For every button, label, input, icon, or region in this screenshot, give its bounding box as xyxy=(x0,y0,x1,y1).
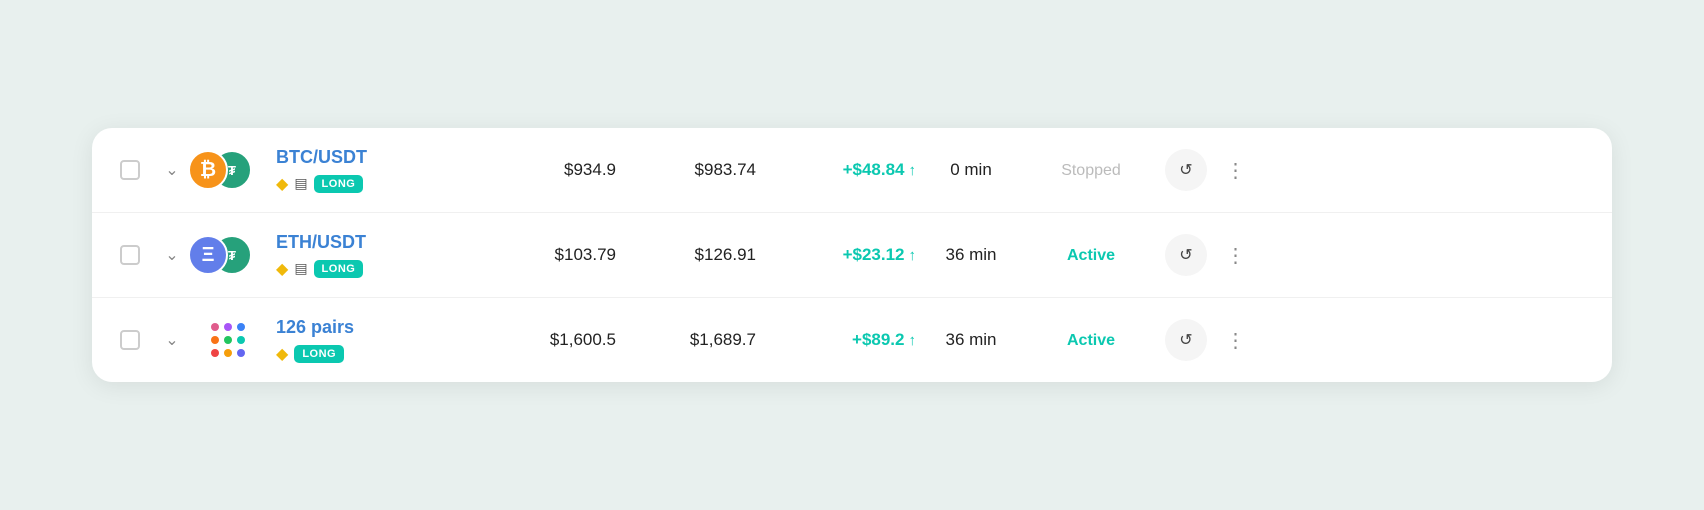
table-row: ⌄ Ξ ₮ ETH/USDT ◆ ▤ LONG $103.79 $126.91 … xyxy=(92,213,1612,298)
profit-amount-pairs: +$89.2 xyxy=(852,330,904,350)
invested-pairs: $1,600.5 xyxy=(476,330,616,350)
refresh-col-pairs: ↺ xyxy=(1156,319,1216,361)
pair-dot xyxy=(237,323,245,331)
long-badge: LONG xyxy=(314,175,364,193)
more-button-btc[interactable]: ⋮ xyxy=(1218,154,1255,187)
checkbox[interactable] xyxy=(120,160,140,180)
profit-btc: +$48.84 ↑ xyxy=(756,160,916,180)
coin-icons-pairs xyxy=(188,316,268,364)
binance-icon-pairs: ◆ xyxy=(276,344,288,364)
pair-name-eth: ETH/USDT xyxy=(276,232,476,253)
pair-info-btc: BTC/USDT ◆ ▤ LONG xyxy=(276,147,476,194)
status-eth: Active xyxy=(1026,245,1156,265)
pair-dot xyxy=(211,323,219,331)
value-pairs: $1,689.7 xyxy=(616,330,756,350)
more-col-eth: ⋮ xyxy=(1216,239,1256,272)
expand-chevron-eth[interactable]: ⌄ xyxy=(156,245,188,265)
coin-icons-eth: Ξ ₮ xyxy=(188,231,268,279)
eth-coin-icon: Ξ xyxy=(188,235,228,275)
invested-eth: $103.79 xyxy=(476,245,616,265)
pair-badges-eth: ◆ ▤ LONG xyxy=(276,259,476,279)
table-row: ⌄ ₿ ₮ BTC/USDT ◆ ▤ LONG $934.9 $983.74 +… xyxy=(92,128,1612,213)
chart-icon-eth: ▤ xyxy=(294,260,307,277)
pair-name-btc: BTC/USDT xyxy=(276,147,476,168)
time-pairs: 36 min xyxy=(916,330,1026,350)
pair-info-eth: ETH/USDT ◆ ▤ LONG xyxy=(276,232,476,279)
refresh-button-btc[interactable]: ↺ xyxy=(1165,149,1207,191)
refresh-button-eth[interactable]: ↺ xyxy=(1165,234,1207,276)
pair-dot xyxy=(237,349,245,357)
pair-badges-btc: ◆ ▤ LONG xyxy=(276,174,476,194)
status-pairs: Active xyxy=(1026,330,1156,350)
refresh-col-eth: ↺ xyxy=(1156,234,1216,276)
expand-chevron-btc[interactable]: ⌄ xyxy=(156,160,188,180)
binance-icon: ◆ xyxy=(276,174,288,194)
pair-badges-pairs: ◆ LONG xyxy=(276,344,476,364)
table-row: ⌄ 126 pairs ◆ LONG $1,600.5 $1,689.7 +$8… xyxy=(92,298,1612,382)
chart-icon: ▤ xyxy=(294,175,307,192)
checkbox[interactable] xyxy=(120,330,140,350)
pair-dot xyxy=(211,336,219,344)
pairs-dots-grid xyxy=(208,320,248,360)
more-col-btc: ⋮ xyxy=(1216,154,1256,187)
pair-dot xyxy=(237,336,245,344)
invested-btc: $934.9 xyxy=(476,160,616,180)
profit-up-icon-eth: ↑ xyxy=(909,247,917,264)
pair-dot xyxy=(224,336,232,344)
pair-dot xyxy=(211,349,219,357)
pair-info-pairs: 126 pairs ◆ LONG xyxy=(276,317,476,364)
value-eth: $126.91 xyxy=(616,245,756,265)
pair-dot xyxy=(224,323,232,331)
time-eth: 36 min xyxy=(916,245,1026,265)
binance-icon-eth: ◆ xyxy=(276,259,288,279)
expand-chevron-pairs[interactable]: ⌄ xyxy=(156,330,188,350)
profit-amount-btc: +$48.84 xyxy=(843,160,905,180)
coin-icons-btc: ₿ ₮ xyxy=(188,146,268,194)
profit-up-icon-btc: ↑ xyxy=(909,162,917,179)
row-checkbox-pairs[interactable] xyxy=(120,330,156,350)
status-label-btc: Stopped xyxy=(1061,162,1121,179)
status-label-pairs: Active xyxy=(1067,332,1115,349)
refresh-col-btc: ↺ xyxy=(1156,149,1216,191)
pair-name-pairs: 126 pairs xyxy=(276,317,476,338)
profit-eth: +$23.12 ↑ xyxy=(756,245,916,265)
refresh-button-pairs[interactable]: ↺ xyxy=(1165,319,1207,361)
long-badge-pairs: LONG xyxy=(294,345,344,363)
value-btc: $983.74 xyxy=(616,160,756,180)
profit-pairs: +$89.2 ↑ xyxy=(756,330,916,350)
more-col-pairs: ⋮ xyxy=(1216,324,1256,357)
checkbox[interactable] xyxy=(120,245,140,265)
row-checkbox-btc[interactable] xyxy=(120,160,156,180)
pair-dot xyxy=(224,349,232,357)
profit-amount-eth: +$23.12 xyxy=(843,245,905,265)
time-btc: 0 min xyxy=(916,160,1026,180)
btc-coin-icon: ₿ xyxy=(188,150,228,190)
profit-up-icon-pairs: ↑ xyxy=(909,332,917,349)
row-checkbox-eth[interactable] xyxy=(120,245,156,265)
status-label-eth: Active xyxy=(1067,247,1115,264)
long-badge-eth: LONG xyxy=(314,260,364,278)
status-btc: Stopped xyxy=(1026,160,1156,180)
trading-pairs-card: ⌄ ₿ ₮ BTC/USDT ◆ ▤ LONG $934.9 $983.74 +… xyxy=(92,128,1612,382)
more-button-eth[interactable]: ⋮ xyxy=(1218,239,1255,272)
more-button-pairs[interactable]: ⋮ xyxy=(1218,324,1255,357)
